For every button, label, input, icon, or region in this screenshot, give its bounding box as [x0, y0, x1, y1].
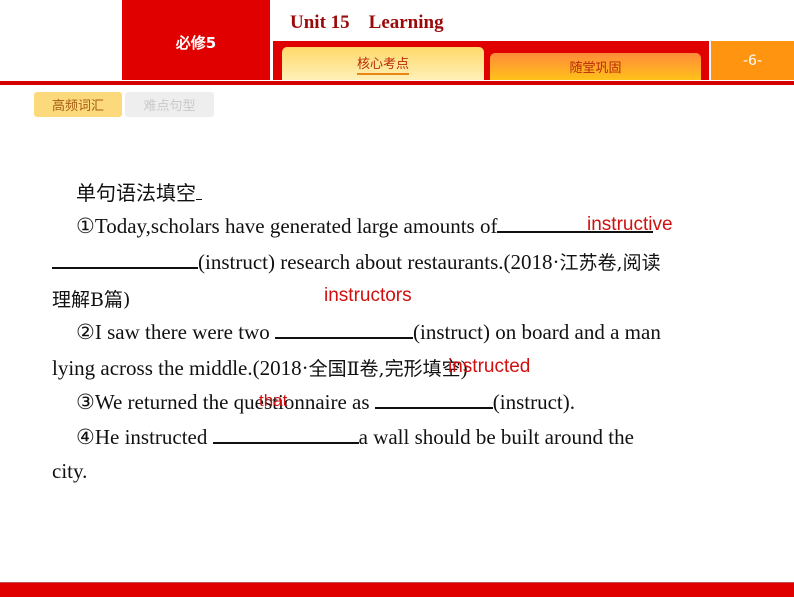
q4-text: ④He instructed: [76, 425, 213, 449]
answer-4: that: [259, 391, 288, 410]
header-divider: [0, 81, 794, 85]
exercise-heading: 单句语法填空: [76, 177, 202, 206]
q4-line1: ④He instructed a wall should be built ar…: [76, 424, 634, 450]
answer-1: instructive: [587, 214, 673, 235]
q3-text-2: (instruct).: [492, 390, 576, 414]
q1-blank-cont[interactable]: [52, 249, 198, 269]
answer-3: instructed: [448, 356, 531, 377]
subtab-high-frequency-words[interactable]: 高频词汇: [34, 92, 122, 117]
page-number: -6-: [711, 41, 794, 80]
tab-core-points[interactable]: 核心考点: [282, 47, 484, 80]
tab-label: 随堂巩固: [569, 61, 622, 76]
q1-text-2: (instruct) research about restaurants.(2…: [198, 250, 560, 274]
q1-source: 江苏卷,阅读: [559, 252, 661, 274]
q4-blank[interactable]: [212, 424, 359, 444]
q4-line2: city.: [52, 459, 88, 483]
tab-label: 核心考点: [356, 53, 409, 75]
q2-source: 全国Ⅱ卷,完形填空: [308, 358, 461, 380]
q2-text: ②I saw there were two: [76, 320, 275, 344]
answer-2: instructors: [324, 285, 412, 306]
q2-line2: lying across the middle.(2018·全国Ⅱ卷,完形填空): [52, 354, 468, 381]
q2-text-3: lying across the middle.(2018·: [52, 356, 309, 380]
q2-blank[interactable]: [275, 319, 413, 339]
tab-classroom-review[interactable]: 随堂巩固: [490, 53, 701, 80]
q2-text-2: (instruct) on board and a man: [413, 320, 661, 344]
q2-line1: ②I saw there were two (instruct) on boar…: [76, 319, 661, 345]
unit-title: Unit 15 Learning: [290, 12, 444, 33]
footer-bar: [0, 582, 794, 597]
q3-blank[interactable]: [374, 389, 493, 409]
subtab-difficult-sentences[interactable]: 难点句型: [125, 92, 214, 117]
q3-line: ③We returned the questionnaire as (instr…: [76, 389, 575, 415]
q1-line2: (instruct) research about restaurants.(2…: [52, 248, 661, 275]
q1-line3: 理解B篇): [52, 289, 131, 311]
heading-text: 单句语法填空: [76, 181, 196, 205]
q4-text-2: a wall should be built around the: [358, 425, 634, 449]
q3-text: ③We returned the questionnaire as: [76, 390, 375, 414]
book-label: 必修5: [122, 0, 270, 80]
q1-line1: ①Today,scholars have generated large amo…: [76, 213, 654, 239]
q1-text: ①Today,scholars have generated large amo…: [76, 214, 498, 238]
heading-underline: [196, 181, 202, 200]
